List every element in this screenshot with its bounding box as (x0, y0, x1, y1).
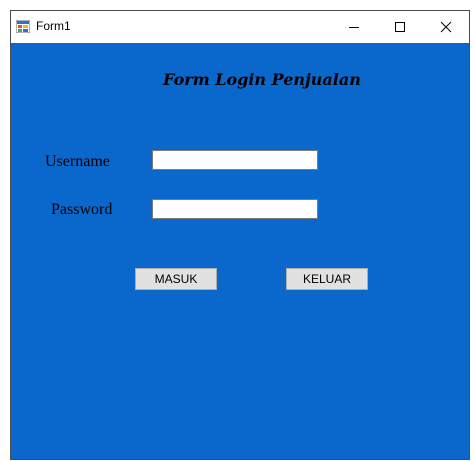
minimize-icon (349, 27, 359, 28)
form-title: Form Login Penjualan (163, 70, 361, 89)
minimize-button[interactable] (331, 11, 377, 43)
window-title: Form1 (36, 19, 71, 33)
password-input[interactable] (152, 199, 318, 219)
username-label: Username (45, 153, 110, 170)
login-window: Form1 Form Login Penjualan Username Pass… (10, 10, 470, 460)
username-input[interactable] (152, 150, 318, 170)
masuk-button[interactable]: MASUK (135, 268, 217, 290)
form-client-area: Form Login Penjualan Username Password M… (11, 43, 469, 459)
maximize-icon (395, 22, 405, 32)
maximize-button[interactable] (377, 11, 423, 43)
winforms-app-icon (16, 20, 30, 33)
password-label: Password (51, 201, 113, 218)
title-bar[interactable]: Form1 (11, 11, 469, 43)
close-button[interactable] (423, 11, 469, 43)
keluar-button[interactable]: KELUAR (286, 268, 368, 290)
close-icon (440, 21, 452, 33)
